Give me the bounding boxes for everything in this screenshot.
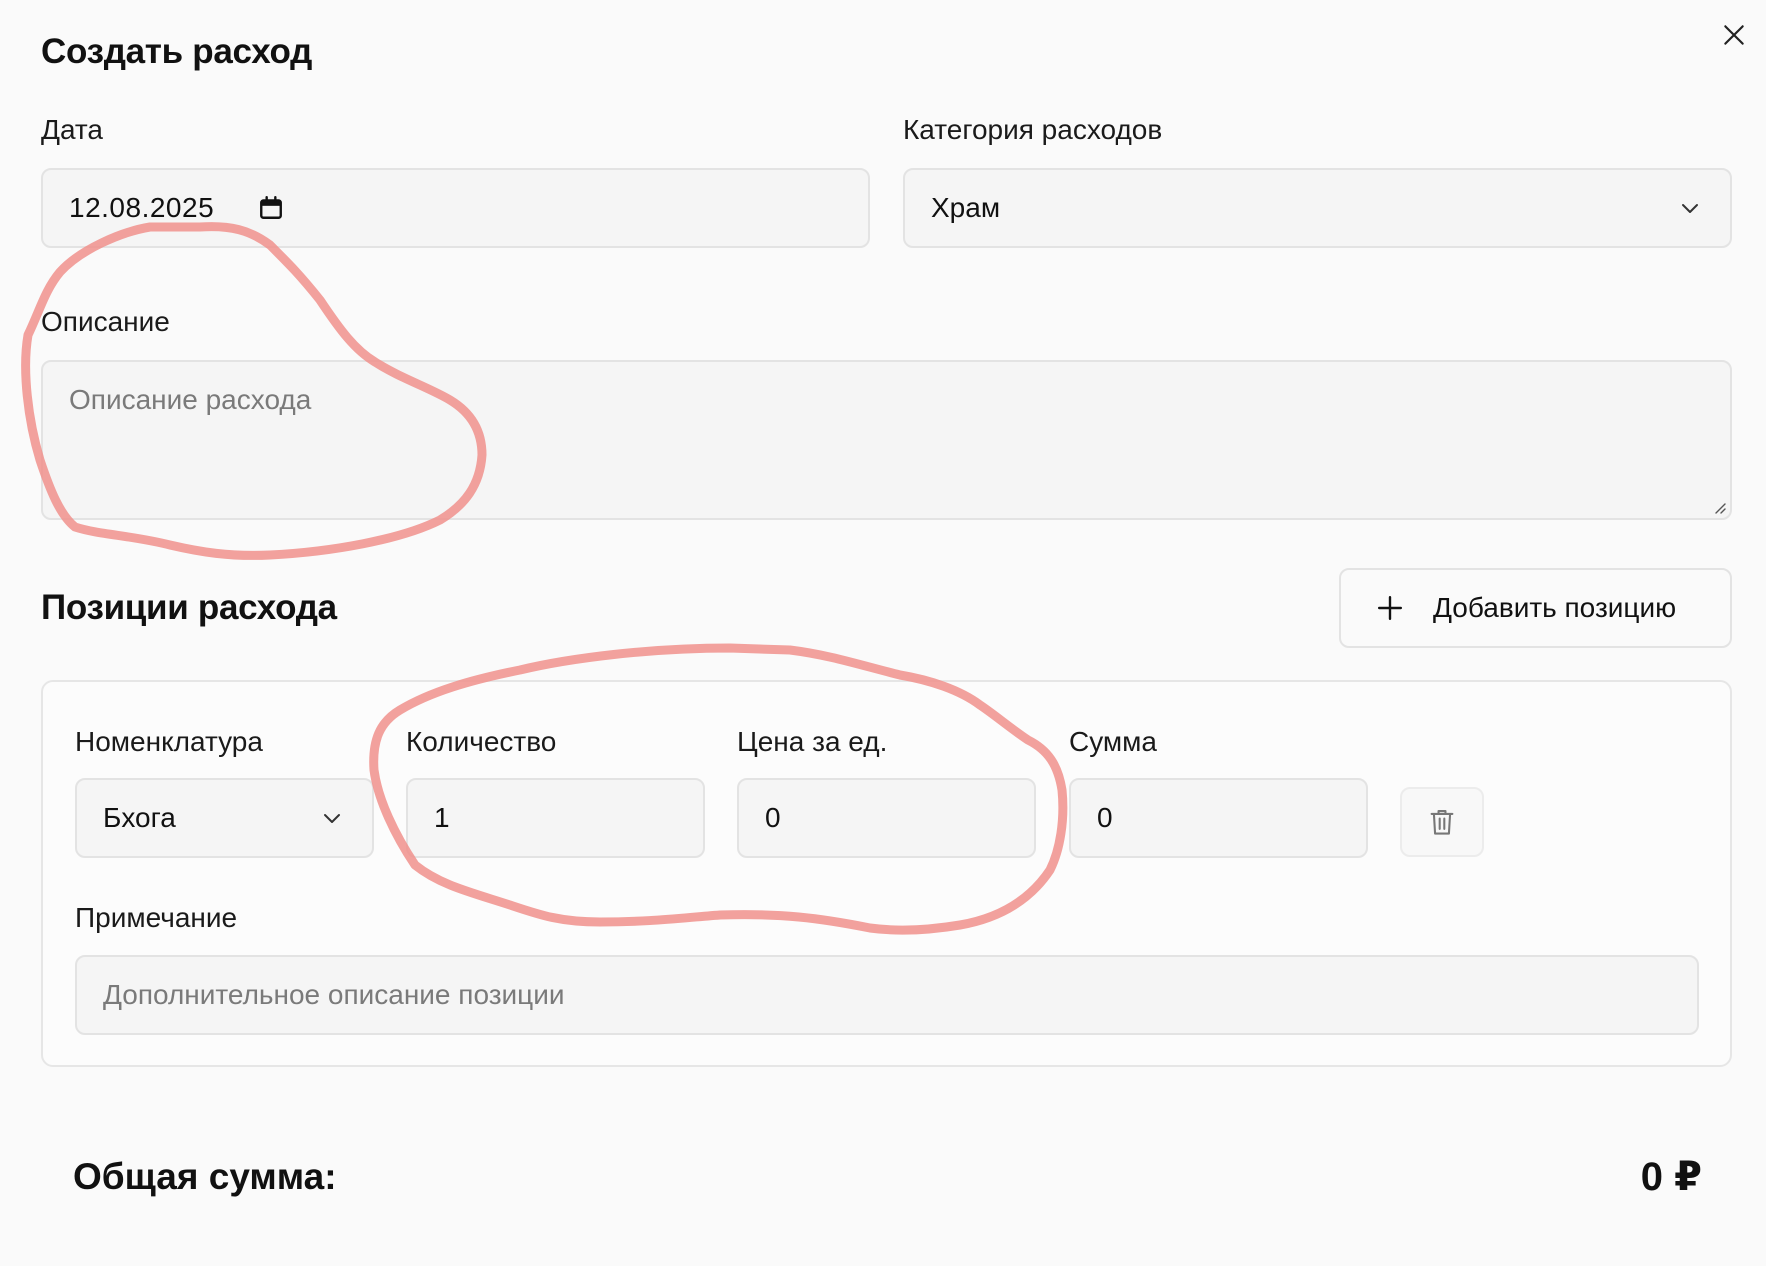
chevron-down-icon (1676, 194, 1704, 222)
date-label: Дата (41, 114, 104, 145)
dialog-title: Создать расход (41, 32, 313, 71)
description-placeholder: Описание расхода (69, 384, 312, 415)
add-position-label: Добавить позицию (1433, 592, 1677, 623)
price-label: Цена за ед. (737, 726, 888, 757)
total-label: Общая сумма: (73, 1156, 337, 1197)
nomenclature-label: Номенклатура (75, 726, 263, 757)
note-label: Примечание (75, 902, 238, 933)
price-input[interactable]: 0 (737, 778, 1036, 858)
note-placeholder: Дополнительное описание позиции (103, 979, 565, 1010)
nomenclature-select[interactable]: Бхога (75, 778, 374, 858)
add-position-button[interactable]: Добавить позицию (1339, 568, 1732, 648)
sum-input[interactable]: 0 (1069, 778, 1368, 858)
quantity-label: Количество (406, 726, 557, 757)
close-icon (1724, 25, 1744, 45)
description-label: Описание (41, 306, 170, 337)
nomenclature-value: Бхога (103, 802, 176, 833)
plus-icon (1377, 595, 1403, 621)
category-value: Храм (931, 192, 1001, 223)
sum-value: 0 (1097, 802, 1113, 833)
category-select[interactable]: Храм (903, 168, 1732, 248)
delete-position-button[interactable] (1400, 787, 1484, 857)
sum-label: Сумма (1069, 726, 1157, 757)
positions-title: Позиции расхода (41, 588, 337, 627)
date-value: 12.08.2025 (69, 192, 215, 223)
price-value: 0 (765, 802, 781, 833)
trash-icon (1430, 810, 1454, 835)
resize-handle-icon[interactable] (1711, 499, 1727, 515)
category-label: Категория расходов (903, 114, 1163, 145)
calendar-icon[interactable] (258, 195, 284, 221)
total-value: 0 ₽ (1640, 1155, 1702, 1199)
date-input[interactable]: 12.08.2025 (41, 168, 870, 248)
quantity-value: 1 (434, 802, 450, 833)
create-expense-dialog: Создать расход Дата 12.08.2025 Категория… (0, 0, 1766, 1266)
close-button[interactable] (1716, 17, 1752, 53)
note-input[interactable]: Дополнительное описание позиции (75, 955, 1699, 1035)
chevron-down-icon (318, 804, 346, 832)
description-textarea[interactable]: Описание расхода (41, 360, 1732, 520)
quantity-input[interactable]: 1 (406, 778, 705, 858)
